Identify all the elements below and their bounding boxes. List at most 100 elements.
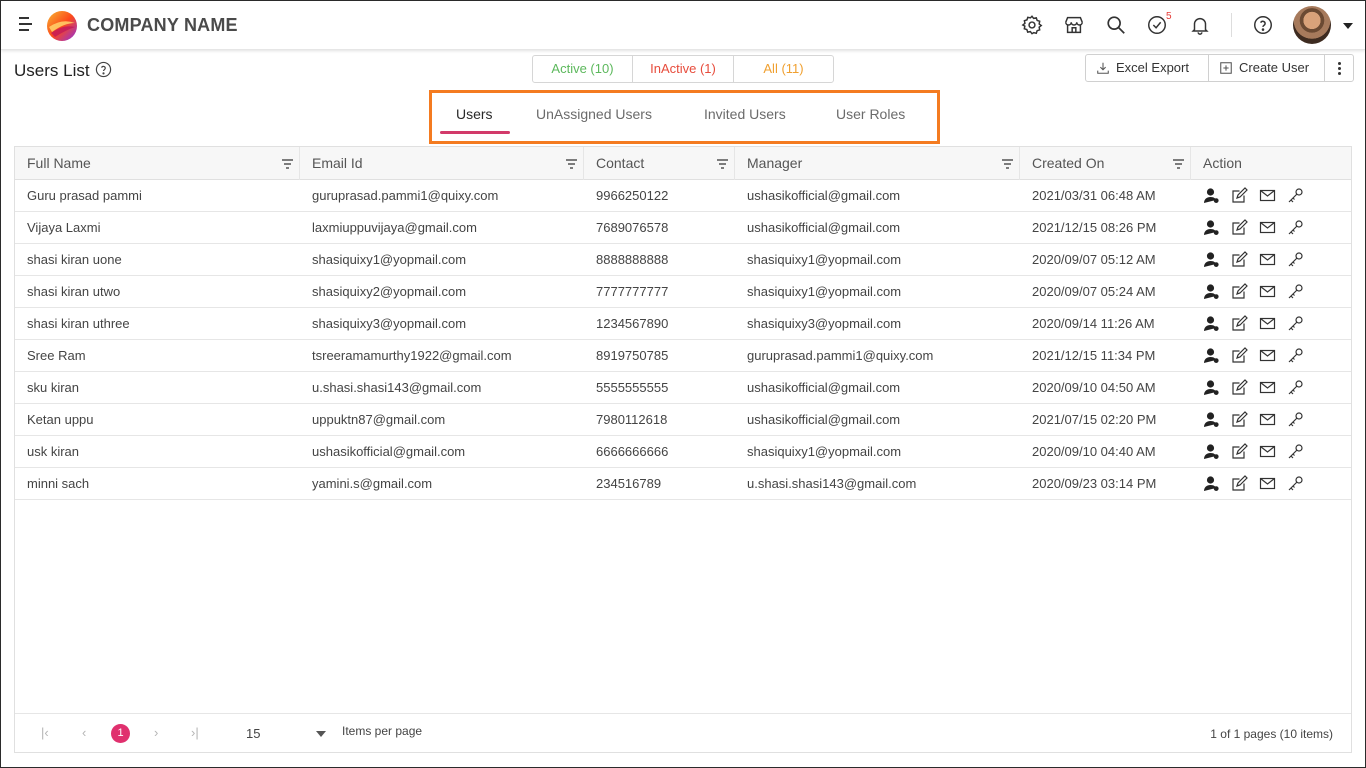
- prev-page-icon[interactable]: ‹: [82, 725, 86, 740]
- tab-unassigned-users[interactable]: UnAssigned Users: [536, 106, 652, 122]
- next-page-icon[interactable]: ›: [154, 725, 158, 740]
- user-role-icon[interactable]: [1203, 315, 1220, 332]
- key-icon[interactable]: [1287, 379, 1304, 396]
- status-filter-group: Active (10) InActive (1) All (11): [532, 55, 834, 83]
- help-icon[interactable]: [1252, 14, 1274, 36]
- filter-inactive-button[interactable]: InActive (1): [633, 56, 734, 82]
- store-icon[interactable]: [1063, 14, 1085, 36]
- company-logo: [47, 11, 77, 41]
- help-icon[interactable]: [95, 61, 112, 78]
- mail-icon[interactable]: [1259, 283, 1276, 300]
- cell-contact: 234516789: [596, 476, 662, 491]
- table-row[interactable]: Vijaya Laxmi laxmiuppuvijaya@gmail.com 768…: [15, 212, 1351, 244]
- filter-icon[interactable]: [1002, 159, 1013, 169]
- tab-users[interactable]: Users: [456, 106, 493, 122]
- key-icon[interactable]: [1287, 411, 1304, 428]
- table-row[interactable]: shasi kiran uone shasiquixy1@yopmail.com 8…: [15, 244, 1351, 276]
- user-role-icon[interactable]: [1203, 379, 1220, 396]
- edit-icon[interactable]: [1231, 283, 1248, 300]
- page-number-current[interactable]: 1: [111, 724, 130, 743]
- cell-manager: ushasikofficial@gmail.com: [747, 412, 901, 427]
- column-header-contact[interactable]: Contact: [584, 147, 735, 180]
- tab-user-roles[interactable]: User Roles: [836, 106, 905, 122]
- edit-icon[interactable]: [1231, 411, 1248, 428]
- filter-active-button[interactable]: Active (10): [533, 56, 633, 82]
- column-header-full-name[interactable]: Full Name: [15, 147, 300, 180]
- key-icon[interactable]: [1287, 219, 1304, 236]
- table-row[interactable]: minni sach yamini.s@gmail.com 234516789 u.s…: [15, 468, 1351, 500]
- tab-invited-users[interactable]: Invited Users: [704, 106, 786, 122]
- filter-all-button[interactable]: All (11): [734, 56, 833, 82]
- cell-manager: u.shasi.shasi143@gmail.com: [747, 476, 917, 491]
- column-header-label: Contact: [596, 155, 645, 171]
- cell-full-name: usk kiran: [27, 444, 80, 459]
- filter-icon[interactable]: [1173, 159, 1184, 169]
- pager-info: 1 of 1 pages (10 items): [1210, 727, 1333, 741]
- mail-icon[interactable]: [1259, 411, 1276, 428]
- table-row[interactable]: shasi kiran uthree shasiquixy3@yopmail.co…: [15, 308, 1351, 340]
- mail-icon[interactable]: [1259, 379, 1276, 396]
- excel-export-button[interactable]: Excel Export: [1086, 55, 1209, 81]
- cell-created-on: 2020/09/10 04:50 AM: [1032, 380, 1156, 395]
- key-icon[interactable]: [1287, 187, 1304, 204]
- last-page-icon[interactable]: ›|: [191, 725, 199, 740]
- table-row[interactable]: sku kiran u.shasi.shasi143@gmail.com 55555…: [15, 372, 1351, 404]
- edit-icon[interactable]: [1231, 443, 1248, 460]
- key-icon[interactable]: [1287, 347, 1304, 364]
- edit-icon[interactable]: [1231, 379, 1248, 396]
- tasks-check-icon[interactable]: [1146, 14, 1168, 36]
- edit-icon[interactable]: [1231, 347, 1248, 364]
- mail-icon[interactable]: [1259, 475, 1276, 492]
- column-header-manager[interactable]: Manager: [735, 147, 1020, 180]
- mail-icon[interactable]: [1259, 443, 1276, 460]
- gear-icon[interactable]: [1021, 14, 1043, 36]
- user-role-icon[interactable]: [1203, 283, 1220, 300]
- mail-icon[interactable]: [1259, 187, 1276, 204]
- edit-icon[interactable]: [1231, 315, 1248, 332]
- table-row[interactable]: Guru prasad pammi guruprasad.pammi1@quixy…: [15, 180, 1351, 212]
- grid-header: Full Name Email Id Contact Manager Creat…: [15, 147, 1351, 180]
- mail-icon[interactable]: [1259, 315, 1276, 332]
- page-size-select[interactable]: 15: [246, 726, 260, 741]
- cell-contact: 6666666666: [596, 444, 669, 459]
- edit-icon[interactable]: [1231, 187, 1248, 204]
- filter-icon[interactable]: [717, 159, 728, 169]
- key-icon[interactable]: [1287, 283, 1304, 300]
- key-icon[interactable]: [1287, 315, 1304, 332]
- key-icon[interactable]: [1287, 251, 1304, 268]
- key-icon[interactable]: [1287, 475, 1304, 492]
- edit-icon[interactable]: [1231, 219, 1248, 236]
- create-user-button[interactable]: Create User: [1209, 55, 1325, 81]
- user-role-icon[interactable]: [1203, 219, 1220, 236]
- chevron-down-icon[interactable]: [316, 731, 326, 737]
- user-role-icon[interactable]: [1203, 347, 1220, 364]
- user-avatar[interactable]: [1293, 6, 1331, 44]
- chevron-down-icon[interactable]: [1343, 23, 1353, 29]
- menu-icon[interactable]: [19, 17, 33, 31]
- more-options-button[interactable]: [1325, 55, 1353, 81]
- user-role-icon[interactable]: [1203, 443, 1220, 460]
- mail-icon[interactable]: [1259, 251, 1276, 268]
- table-row[interactable]: usk kiran ushasikofficial@gmail.com 666666…: [15, 436, 1351, 468]
- table-row[interactable]: Sree Ram tsreeramamurthy1922@gmail.com 891…: [15, 340, 1351, 372]
- edit-icon[interactable]: [1231, 251, 1248, 268]
- user-role-icon[interactable]: [1203, 187, 1220, 204]
- user-role-icon[interactable]: [1203, 411, 1220, 428]
- table-row[interactable]: shasi kiran utwo shasiquixy2@yopmail.com 7…: [15, 276, 1351, 308]
- mail-icon[interactable]: [1259, 347, 1276, 364]
- user-role-icon[interactable]: [1203, 251, 1220, 268]
- filter-icon[interactable]: [566, 159, 577, 169]
- cell-contact: 9966250122: [596, 188, 669, 203]
- table-row[interactable]: Ketan uppu uppuktn87@gmail.com 7980112618 u…: [15, 404, 1351, 436]
- bell-icon[interactable]: [1189, 14, 1211, 36]
- first-page-icon[interactable]: |‹: [41, 725, 49, 740]
- column-header-email[interactable]: Email Id: [300, 147, 584, 180]
- search-icon[interactable]: [1105, 14, 1127, 36]
- user-role-icon[interactable]: [1203, 475, 1220, 492]
- key-icon[interactable]: [1287, 443, 1304, 460]
- edit-icon[interactable]: [1231, 475, 1248, 492]
- column-header-created-on[interactable]: Created On: [1020, 147, 1191, 180]
- mail-icon[interactable]: [1259, 219, 1276, 236]
- filter-icon[interactable]: [282, 159, 293, 169]
- row-actions: [1203, 379, 1304, 396]
